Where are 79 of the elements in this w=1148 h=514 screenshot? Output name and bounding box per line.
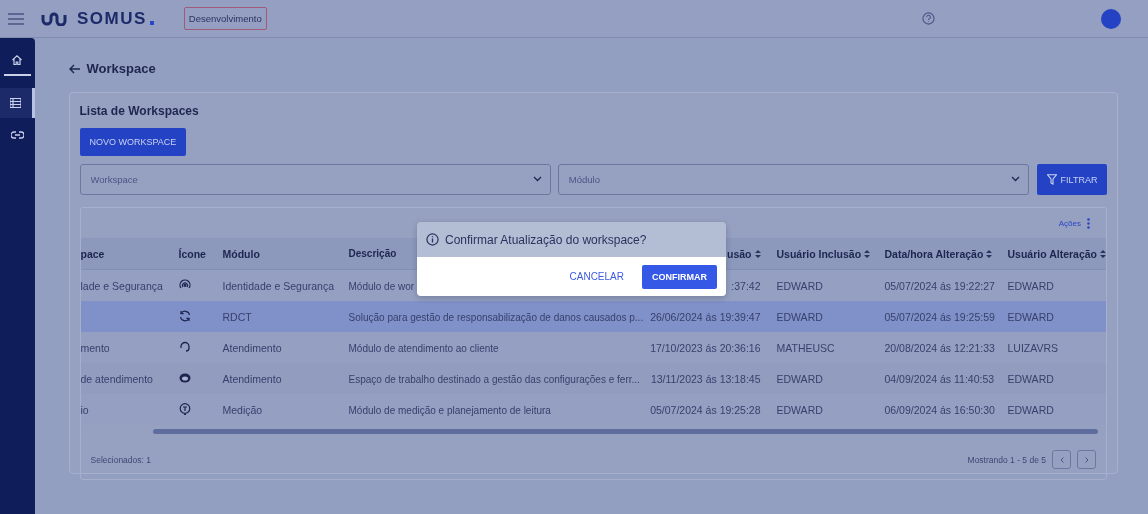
select-field[interactable]: Módulo <box>557 164 1029 195</box>
column-header[interactable]: Módulo <box>222 247 260 260</box>
chevron-down-icon <box>532 176 542 182</box>
column-header[interactable]: Data/hora Alteração <box>884 247 984 260</box>
column-header[interactable]: pace <box>80 247 105 260</box>
new-workspace-button[interactable]: NOVO WORKSPACE <box>79 128 187 156</box>
table-cell: Módulo de wor <box>348 280 415 292</box>
refresh-icon <box>178 309 191 322</box>
table-cell: :37:42 <box>731 279 761 292</box>
selected-count: Selecionados: 1 <box>90 454 151 465</box>
table-cell: io <box>80 403 89 416</box>
sort-icon[interactable] <box>864 249 871 258</box>
table-cell: EDWARD <box>776 372 823 385</box>
table-cell: 04/09/2024 ás 11:40:53 <box>884 372 995 385</box>
table-cell: lade e Segurança <box>80 279 163 292</box>
column-header[interactable]: Usuário Inclusão <box>776 247 862 260</box>
page-title: Workspace <box>86 61 156 76</box>
table-cell: Módulo de atendimento ao cliente <box>348 342 499 354</box>
table-cell: Identidade e Segurança <box>222 279 335 292</box>
column-header[interactable]: Ícone <box>178 247 206 260</box>
avatar[interactable] <box>1101 8 1121 29</box>
horizontal-scrollbar[interactable] <box>152 429 1098 434</box>
filter-button[interactable]: FILTRAR <box>1037 164 1107 195</box>
table-row[interactable]: RDCT Solução para gestão de responsabilização de danos causados p... 26/06/2024 ás 19:39:47 EDWARD 05/07/2024 ás 19:25:59 EDWARD <box>80 301 1106 332</box>
table-cell: EDWARD <box>776 279 823 292</box>
column-header[interactable]: usão <box>727 247 752 260</box>
table-cell: Atendimento <box>222 372 282 385</box>
link-icon <box>10 131 24 139</box>
table-cell: 13/11/2023 ás 13:18:45 <box>650 372 761 385</box>
cancel-button[interactable]: CANCELAR <box>565 267 628 286</box>
table-cell: Espaço de trabalho destinado a gestão das configurações e ferr... <box>348 373 640 385</box>
table-cell: Atendimento <box>222 341 282 354</box>
home-icon <box>11 54 24 66</box>
table-cell: 05/07/2024 ás 19:25:59 <box>884 310 995 323</box>
table-cell: 26/06/2024 ás 19:39:47 <box>650 310 761 323</box>
table-cell: 20/08/2024 ás 12:21:33 <box>884 341 995 354</box>
chevron-right-icon <box>1084 456 1089 463</box>
help-icon[interactable] <box>922 12 935 25</box>
table-cell: EDWARD <box>1007 372 1054 385</box>
table-cell: 05/07/2024 ás 19:25:28 <box>650 403 761 416</box>
table-cell: Medição <box>222 403 263 416</box>
confirm-button[interactable]: CONFIRMAR <box>642 264 717 289</box>
sort-icon[interactable] <box>1100 249 1106 258</box>
kebab-icon[interactable] <box>1087 217 1090 229</box>
table-cell: EDWARD <box>1007 403 1054 416</box>
table-cell: EDWARD <box>1007 279 1054 292</box>
sort-icon[interactable] <box>986 249 993 258</box>
column-header[interactable]: Descrição <box>348 248 397 259</box>
sidebar-item[interactable] <box>0 88 35 118</box>
table-cell: mento <box>80 341 110 354</box>
table-cell: 17/10/2023 ás 20:36:16 <box>650 341 761 354</box>
table-cell: EDWARD <box>776 403 823 416</box>
chevron-down-icon <box>1011 176 1020 182</box>
table-cell: 05/07/2024 ás 19:22:27 <box>884 279 995 292</box>
dialog-title: Confirmar Atualização do workspace? <box>445 232 647 247</box>
table-cell: MATHEUSC <box>776 341 835 354</box>
table-cell: 06/09/2024 ás 16:50:30 <box>884 403 995 416</box>
table-cell: LUIZAVRS <box>1007 341 1059 354</box>
environment-badge: Desenvolvimento <box>183 7 267 30</box>
table-cell: EDWARD <box>776 310 823 323</box>
table-cell: RDCT <box>222 310 252 323</box>
table-row[interactable]: de atendimento Atendimento Espaço de trabalho destinado a gestão das configurações e ferr... 13/11/2023 ás 13:18:45 EDWARD 04/09/2024 ás 11:40:53 EDWARD <box>80 363 1106 394</box>
back-arrow-icon[interactable] <box>68 63 80 74</box>
table-cell: Módulo de medição e planejamento de leitura <box>348 404 551 416</box>
funnel-icon <box>1046 174 1057 185</box>
chevron-left-icon <box>1059 456 1064 463</box>
brand-name: SOMUS <box>77 8 147 29</box>
actions-link[interactable]: Ações <box>1058 218 1081 228</box>
table-cell: Solução para gestão de responsabilização de danos causados p... <box>348 311 644 323</box>
info-icon <box>426 233 439 246</box>
signal-icon <box>178 278 191 291</box>
column-header[interactable]: Usuário Alteração <box>1007 247 1097 260</box>
table-cell: EDWARD <box>1007 310 1054 323</box>
pagination-info: Mostrando 1 - 5 de 5 <box>967 454 1046 465</box>
list-icon <box>10 98 22 108</box>
table-cell: de atendimento <box>80 372 153 385</box>
select-field[interactable]: Workspace <box>79 164 551 195</box>
card-title: Lista de Workspaces <box>79 104 200 118</box>
sort-icon[interactable] <box>754 249 761 258</box>
